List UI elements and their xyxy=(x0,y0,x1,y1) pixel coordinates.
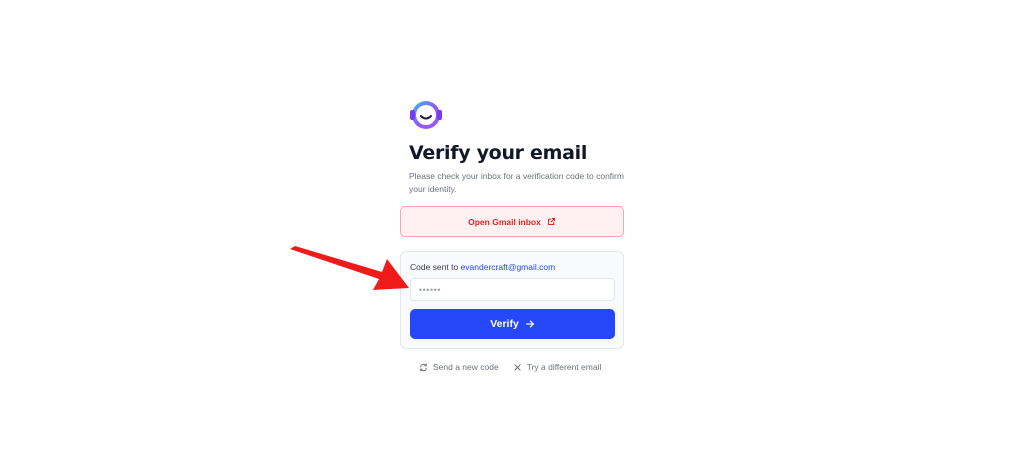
code-card: Code sent to evandercraft@gmail.com Veri… xyxy=(400,251,624,349)
try-different-email-label: Try a different email xyxy=(526,362,602,372)
code-sent-prefix: Code sent to xyxy=(410,262,459,272)
external-link-icon xyxy=(547,218,555,225)
verify-label: Verify xyxy=(490,318,519,330)
send-new-code-label: Send a new code xyxy=(433,362,499,372)
annotation-arrow-icon xyxy=(290,246,409,290)
close-icon xyxy=(514,363,521,371)
try-different-email-link[interactable]: Try a different email xyxy=(513,362,602,372)
arrow-right-icon xyxy=(525,320,534,328)
page-title: Verify your email xyxy=(409,142,588,164)
verify-button[interactable]: Verify xyxy=(410,309,615,339)
open-gmail-button[interactable]: Open Gmail inbox xyxy=(400,206,624,237)
code-sent-email: evandercraft@gmail.com xyxy=(460,262,556,272)
send-new-code-link[interactable]: Send a new code xyxy=(419,362,499,372)
open-gmail-label: Open Gmail inbox xyxy=(468,216,541,227)
page-subtitle: Please check your inbox for a verificati… xyxy=(409,171,624,194)
code-sent-text: Code sent to evandercraft@gmail.com xyxy=(410,262,555,272)
footer-links: Send a new code Try a different email xyxy=(419,362,601,372)
refresh-icon xyxy=(420,363,427,371)
app-logo xyxy=(410,101,442,129)
verification-code-input[interactable] xyxy=(410,278,615,301)
